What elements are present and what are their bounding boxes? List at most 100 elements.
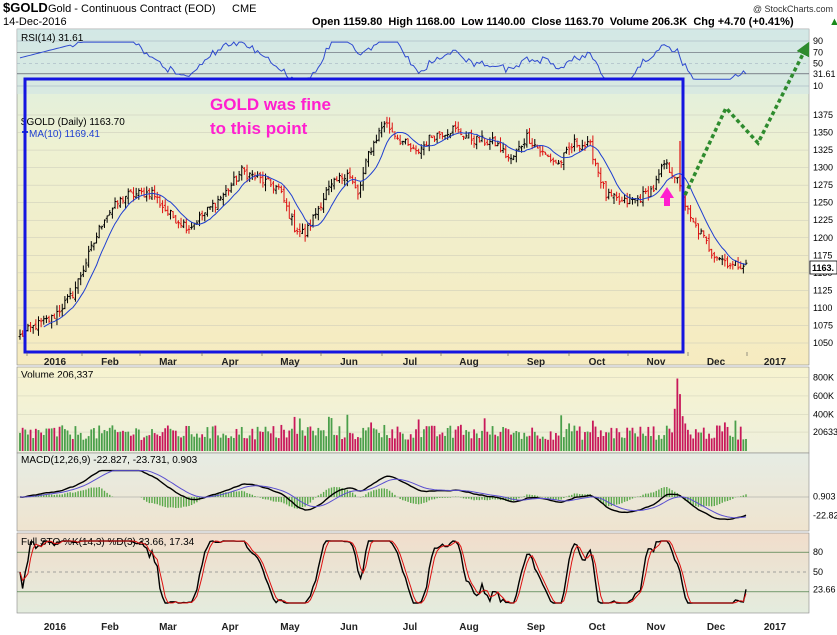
macd-hist-bar	[417, 497, 420, 505]
volume-bar	[647, 426, 650, 451]
macd-hist-bar	[293, 497, 296, 509]
volume-bar	[269, 433, 272, 451]
volume-bar	[491, 426, 494, 451]
volume-bar	[586, 431, 589, 451]
macd-hist-bar	[338, 487, 341, 497]
volume-tick-label: 400K	[813, 409, 834, 419]
volume-bar	[723, 422, 726, 451]
volume-bar	[291, 428, 293, 451]
volume-bar	[58, 426, 61, 451]
volume-bar	[174, 430, 177, 451]
macd-hist-bar	[724, 497, 726, 502]
macd-hist-bar	[280, 497, 283, 503]
volume-bar	[95, 438, 98, 451]
macd-hist-bar	[248, 493, 251, 497]
volume-bar	[465, 430, 468, 451]
volume-bar	[19, 432, 21, 451]
volume-bar	[452, 437, 454, 451]
volume-bar	[333, 434, 336, 451]
macd-hist-bar	[283, 497, 285, 504]
macd-hist-bar	[436, 497, 438, 499]
volume-bar	[541, 436, 544, 451]
volume-bar	[430, 425, 433, 451]
volume-bar	[533, 431, 536, 451]
macd-hist-bar	[383, 488, 386, 497]
price-tick-label: 1125	[813, 285, 832, 295]
macd-hist-bar	[745, 494, 747, 497]
annotation-line2: to this point	[210, 119, 308, 138]
volume-bar	[652, 426, 655, 451]
macd-hist-bar	[563, 497, 565, 499]
volume-bar	[710, 438, 713, 451]
volume-bar	[544, 438, 547, 451]
month-label-bottom: May	[280, 622, 300, 633]
volume-bar	[684, 423, 687, 451]
volume-bar	[657, 435, 660, 451]
macd-hist-bar	[716, 497, 718, 506]
macd-hist-bar	[190, 497, 193, 506]
volume-bar	[48, 428, 50, 451]
price-tick-label: 1200	[813, 233, 833, 243]
macd-hist-bar	[650, 492, 652, 497]
macd-hist-bar	[536, 495, 539, 497]
volume-bar	[79, 432, 82, 451]
volume-bar	[98, 425, 101, 451]
macd-hist-bar	[613, 497, 615, 506]
price-tick-label: 1225	[813, 215, 833, 225]
volume-bar	[742, 439, 745, 451]
volume-bar	[327, 416, 330, 451]
macd-hist-bar	[148, 497, 151, 504]
volume-bar	[93, 428, 95, 451]
macd-hist-bar	[50, 494, 53, 497]
macd-hist-bar	[362, 496, 364, 497]
volume-bar	[739, 426, 742, 451]
macd-hist-bar	[483, 497, 486, 501]
volume-bar	[726, 426, 729, 451]
macd-hist-bar	[468, 497, 470, 499]
volume-bar	[444, 435, 446, 451]
volume-bar	[636, 436, 639, 451]
rsi-tick-label: 31.61	[813, 69, 836, 79]
macd-tick-label: 0.903	[813, 491, 836, 501]
macd-hist-bar	[109, 494, 111, 497]
macd-hist-bar	[428, 497, 430, 501]
volume-bar	[621, 437, 623, 451]
month-label-top: Nov	[647, 357, 666, 368]
volume-tick-label: 800K	[813, 373, 834, 383]
month-label-top: Aug	[459, 357, 478, 368]
macd-hist-bar	[489, 497, 491, 500]
macd-hist-bar	[378, 488, 380, 497]
macd-hist-bar	[449, 497, 452, 498]
volume-bar	[687, 429, 689, 451]
volume-tick-label: 206337	[813, 427, 837, 437]
macd-hist-bar	[180, 497, 182, 508]
volume-bar	[679, 394, 681, 451]
macd-hist-bar	[275, 497, 277, 502]
volume-bar	[56, 436, 58, 451]
volume-bar	[267, 431, 270, 451]
macd-title: MACD(12,26,9) -22.827, -23.731, 0.903	[21, 455, 198, 466]
macd-hist-bar	[478, 497, 481, 501]
macd-hist-bar	[652, 492, 655, 497]
volume-bar	[166, 425, 169, 451]
macd-hist-bar	[433, 497, 436, 500]
volume-bar	[499, 431, 502, 451]
volume-bar	[114, 429, 116, 451]
macd-hist-bar	[713, 497, 716, 507]
volume-bar	[161, 432, 164, 451]
volume-bar	[401, 433, 404, 451]
volume-bar	[182, 435, 185, 451]
macd-hist-bar	[668, 488, 671, 497]
volume-bar	[689, 434, 692, 451]
macd-hist-bar	[175, 497, 177, 509]
macd-hist-bar	[431, 497, 433, 500]
volume-bar	[246, 438, 248, 451]
macd-hist-bar	[658, 489, 660, 497]
volume-bar	[243, 437, 246, 451]
volume-bar	[420, 437, 423, 451]
volume-bar	[425, 426, 428, 451]
macd-hist-bar	[61, 494, 63, 497]
macd-hist-bar	[534, 495, 536, 497]
macd-hist-bar	[515, 497, 518, 500]
volume-bar	[211, 426, 214, 451]
